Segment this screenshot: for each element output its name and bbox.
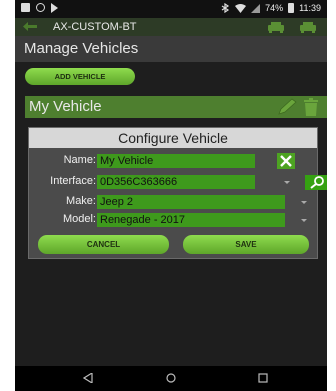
notification-icon: [21, 3, 30, 12]
system-icons: 74% 11:39: [221, 3, 321, 13]
make-select[interactable]: Jeep 2: [97, 195, 285, 209]
car-icon[interactable]: [267, 21, 285, 33]
trash-icon[interactable]: [303, 98, 319, 116]
add-vehicle-button[interactable]: ADD VEHICLE: [25, 68, 135, 85]
phone-screen: 74% 11:39 AX-CUSTOM-BT Manage Vehicles A…: [15, 0, 327, 391]
name-input[interactable]: My Vehicle: [97, 154, 255, 168]
chevron-down-icon[interactable]: [301, 201, 307, 204]
make-label: Make:: [66, 195, 96, 207]
play-icon: [51, 3, 58, 13]
search-interface-button[interactable]: [305, 175, 327, 190]
wifi-icon: [235, 3, 247, 13]
signal-icon: [251, 3, 261, 13]
clock: 11:39: [299, 3, 321, 13]
bluetooth-icon: [221, 3, 230, 13]
status-bar: 74% 11:39: [15, 0, 327, 18]
interface-label: Interface:: [50, 175, 96, 187]
back-arrow-icon[interactable]: [23, 22, 37, 31]
model-select[interactable]: Renegade - 2017: [97, 213, 285, 227]
chevron-down-icon[interactable]: [284, 181, 290, 184]
nav-back-icon[interactable]: [83, 373, 93, 383]
page-title: Manage Vehicles: [24, 40, 139, 57]
clear-name-button[interactable]: [277, 153, 295, 169]
battery-percent: 74%: [265, 3, 284, 13]
page-header: Manage Vehicles: [15, 36, 327, 62]
nav-home-icon[interactable]: [166, 373, 176, 383]
car-settings-icon[interactable]: [299, 21, 317, 33]
vehicle-name: My Vehicle: [29, 98, 102, 115]
edit-pencil-icon[interactable]: [277, 98, 297, 116]
nav-recents-icon[interactable]: [258, 373, 268, 383]
close-icon: [280, 155, 292, 167]
save-button[interactable]: SAVE: [183, 235, 309, 254]
interface-select[interactable]: 0D356C363666: [97, 175, 255, 189]
system-nav-bar: [15, 366, 327, 391]
notification-icons: [21, 3, 58, 13]
battery-icon: [288, 3, 295, 13]
model-label: Model:: [62, 213, 96, 225]
app-bar: AX-CUSTOM-BT: [15, 18, 327, 36]
search-icon: [310, 176, 324, 189]
configure-vehicle-dialog: Configure Vehicle Name: My Vehicle Inter…: [28, 127, 327, 259]
dialog-title: Configure Vehicle: [29, 128, 317, 148]
cancel-button[interactable]: CANCEL: [38, 235, 169, 254]
sync-icon: [36, 3, 45, 12]
app-title: AX-CUSTOM-BT: [53, 21, 137, 33]
chevron-down-icon[interactable]: [301, 219, 307, 222]
name-label: Name:: [63, 154, 96, 166]
vehicle-list-item[interactable]: My Vehicle: [25, 96, 327, 118]
